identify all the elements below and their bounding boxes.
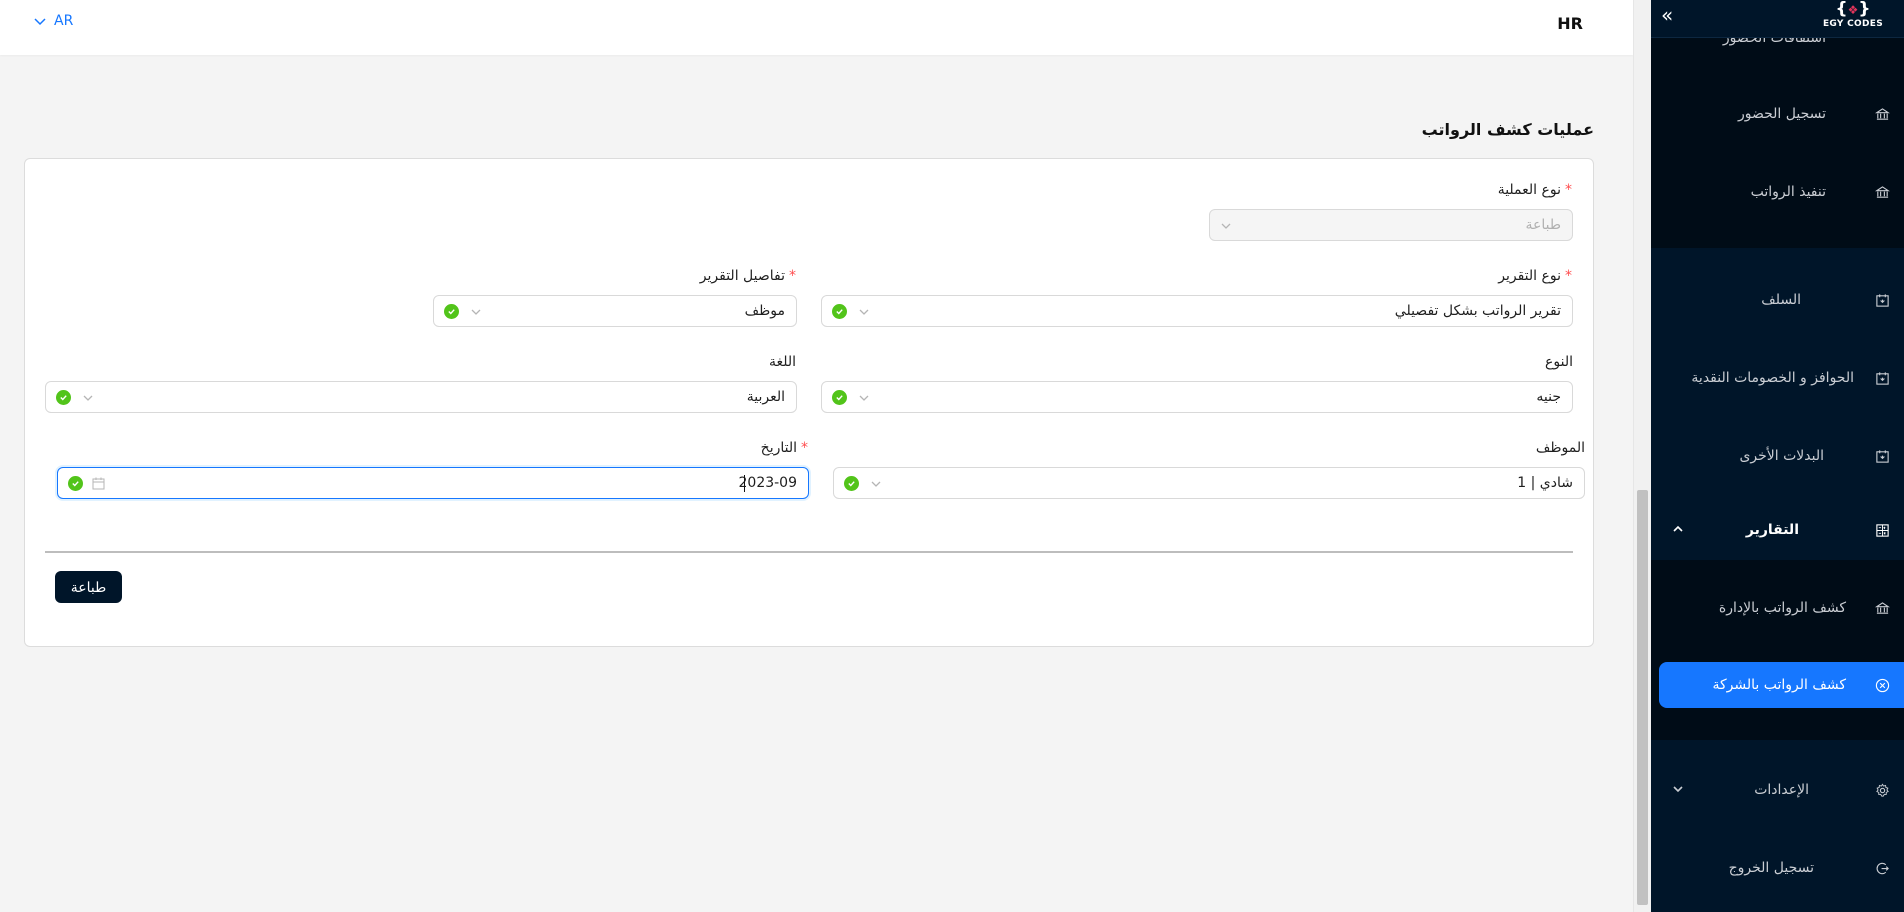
chevron-down-icon bbox=[1673, 786, 1683, 793]
page-scrollbar[interactable] bbox=[1633, 0, 1651, 912]
calendar-icon[interactable] bbox=[92, 477, 105, 490]
sidebar-item-advances[interactable]: السلف bbox=[1651, 280, 1904, 320]
logout-icon bbox=[1874, 860, 1890, 876]
chevron-down-icon bbox=[859, 395, 869, 401]
print-button[interactable]: طباعة bbox=[55, 571, 122, 603]
calendar-icon bbox=[1874, 448, 1890, 464]
operation-type-label: *نوع العملية bbox=[1498, 182, 1572, 198]
sidebar-header: « {❖} EGY CODES bbox=[1651, 0, 1904, 38]
calculator-icon bbox=[1874, 522, 1890, 538]
chevron-down-icon bbox=[1221, 223, 1231, 229]
submenu-background bbox=[1651, 560, 1904, 740]
selected-value: تقرير الرواتب بشكل تفصيلي bbox=[1394, 303, 1561, 319]
selected-value: جنيه bbox=[1536, 389, 1561, 405]
collapse-sidebar-icon[interactable]: « bbox=[1661, 4, 1673, 26]
sidebar-item-reports[interactable]: التقارير bbox=[1651, 510, 1904, 550]
date-picker-input[interactable]: 2023-09 bbox=[57, 467, 809, 499]
sidebar-item-label: السلف bbox=[1761, 292, 1801, 308]
sidebar-item-payroll-by-company[interactable]: كشف الرواتب بالشركة bbox=[1659, 662, 1904, 708]
selected-value: العربية bbox=[746, 389, 785, 405]
sidebar-item-label: تسجيل الحضور bbox=[1737, 106, 1826, 122]
sidebar-item-label: كشف الرواتب بالشركة bbox=[1712, 677, 1846, 693]
sidebar-item-label: تنفيذ الرواتب bbox=[1750, 184, 1826, 200]
selected-value: شادي | 1 bbox=[1517, 475, 1573, 491]
language-switcher[interactable]: AR bbox=[34, 13, 73, 29]
employee-label: الموظف bbox=[1536, 440, 1585, 456]
sidebar-item-payroll-by-department[interactable]: كشف الرواتب بالإدارة bbox=[1651, 588, 1904, 628]
sidebar-item-label: التقارير bbox=[1745, 522, 1799, 538]
app-title: HR bbox=[1557, 14, 1583, 33]
date-value: 2023-09 bbox=[738, 475, 798, 491]
language-field-label: اللغة bbox=[769, 354, 796, 370]
check-circle-icon bbox=[68, 476, 83, 491]
selected-value: موظف bbox=[744, 303, 785, 319]
sidebar-item-label: الحوافز و الخصومات النقدية bbox=[1691, 370, 1854, 386]
close-circle-icon bbox=[1874, 677, 1890, 693]
sidebar-item-other-allowances[interactable]: البدلات الأخرى bbox=[1651, 436, 1904, 476]
sidebar: اشتقاقات الحضور « {❖} EGY CODES تسجيل ال… bbox=[1651, 0, 1904, 912]
page-title: عمليات كشف الرواتب bbox=[1421, 120, 1594, 139]
label-text: التاريخ bbox=[760, 440, 797, 456]
label-text: النوع bbox=[1545, 354, 1573, 370]
bank-icon bbox=[1874, 184, 1890, 200]
check-circle-icon bbox=[444, 304, 459, 319]
sidebar-item-settings[interactable]: الإعدادات bbox=[1651, 770, 1904, 810]
gear-icon bbox=[1874, 782, 1890, 798]
sidebar-item-logout[interactable]: تسجيل الخروج bbox=[1651, 848, 1904, 888]
type-label: النوع bbox=[1545, 354, 1573, 370]
text-cursor bbox=[744, 475, 745, 492]
operation-type-select[interactable]: طباعة bbox=[1209, 209, 1573, 241]
sidebar-item-incentives-deductions[interactable]: الحوافز و الخصومات النقدية bbox=[1651, 358, 1904, 398]
report-details-select[interactable]: موظف bbox=[433, 295, 797, 327]
label-text: اللغة bbox=[768, 354, 796, 370]
required-mark: * bbox=[1565, 182, 1572, 198]
calendar-icon bbox=[1874, 370, 1890, 386]
language-label: AR bbox=[54, 13, 74, 29]
check-circle-icon bbox=[832, 304, 847, 319]
submenu-background bbox=[1651, 38, 1904, 248]
sidebar-item-label: الإعدادات bbox=[1754, 782, 1809, 798]
sidebar-item-label: البدلات الأخرى bbox=[1739, 448, 1824, 464]
brand-logo: {❖} EGY CODES bbox=[1818, 0, 1888, 36]
report-type-select[interactable]: تقرير الرواتب بشكل تفصيلي bbox=[821, 295, 1573, 327]
check-circle-icon bbox=[56, 390, 71, 405]
language-select[interactable]: العربية bbox=[45, 381, 797, 413]
form-divider bbox=[45, 551, 1573, 553]
employee-select[interactable]: شادي | 1 bbox=[833, 467, 1585, 499]
type-select[interactable]: جنيه bbox=[821, 381, 1573, 413]
check-circle-icon bbox=[844, 476, 859, 491]
report-details-label: *تفاصيل التقرير bbox=[700, 268, 796, 284]
scrollbar-thumb[interactable] bbox=[1637, 490, 1648, 905]
report-type-label: *نوع التقرير bbox=[1498, 268, 1572, 284]
selected-value: طباعة bbox=[1525, 217, 1562, 233]
chevron-down-icon bbox=[34, 18, 46, 26]
sidebar-item-attendance-registration[interactable]: تسجيل الحضور bbox=[1651, 94, 1904, 134]
sidebar-item-label: كشف الرواتب بالإدارة bbox=[1718, 600, 1846, 616]
chevron-down-icon bbox=[871, 481, 881, 487]
chevron-down-icon bbox=[859, 309, 869, 315]
sidebar-item-label: تسجيل الخروج bbox=[1728, 860, 1814, 876]
calendar-icon bbox=[1874, 292, 1890, 308]
sidebar-item-payroll-execution[interactable]: تنفيذ الرواتب bbox=[1651, 172, 1904, 212]
bank-icon bbox=[1874, 106, 1890, 122]
label-text: الموظف bbox=[1535, 440, 1585, 456]
required-mark: * bbox=[801, 440, 808, 456]
label-text: تفاصيل التقرير bbox=[699, 268, 785, 284]
label-text: نوع العملية bbox=[1497, 182, 1561, 198]
required-mark: * bbox=[789, 268, 796, 284]
brand-text: EGY CODES bbox=[1822, 19, 1884, 29]
required-mark: * bbox=[1565, 268, 1572, 284]
check-circle-icon bbox=[832, 390, 847, 405]
date-label: *التاريخ bbox=[761, 440, 808, 456]
chevron-down-icon bbox=[83, 395, 93, 401]
chevron-up-icon bbox=[1673, 525, 1683, 532]
label-text: نوع التقرير bbox=[1498, 268, 1561, 284]
chevron-down-icon bbox=[471, 309, 481, 315]
bank-icon bbox=[1874, 600, 1890, 616]
logo-mark-icon: {❖} bbox=[1835, 0, 1871, 19]
top-header: AR HR bbox=[0, 0, 1633, 55]
